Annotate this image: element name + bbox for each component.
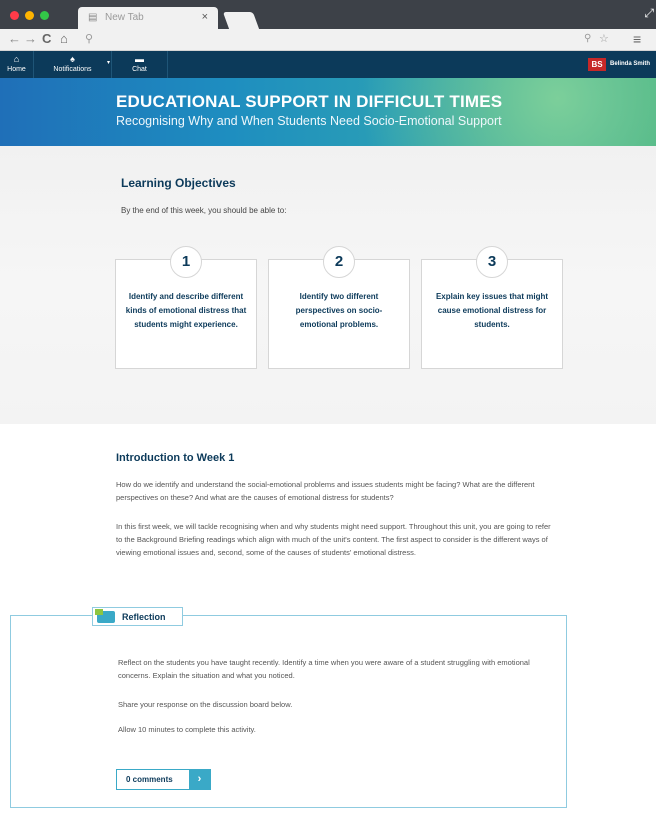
chevron-down-icon: ▾ — [107, 60, 111, 66]
browser-tab-bar: ▤ New Tab × ⤢ — [0, 0, 656, 29]
tab-close-icon[interactable]: × — [202, 11, 208, 23]
nav-notifications-label: Notifications — [53, 66, 92, 73]
reflection-box: Reflection Reflect on the students you h… — [10, 607, 567, 808]
course-title: EDUCATIONAL SUPPORT IN DIFFICULT TIMES — [116, 92, 503, 111]
objective-number: 3 — [476, 246, 508, 278]
objective-card: 3 Explain key issues that might cause em… — [421, 246, 563, 369]
objective-number: 2 — [323, 246, 355, 278]
nav-home[interactable]: ⌂ Home — [0, 51, 34, 78]
maximize-window-button[interactable] — [40, 11, 49, 20]
home-icon: ⌂ — [13, 54, 20, 64]
reflection-badge: Reflection — [92, 607, 183, 626]
reflection-label: Reflection — [122, 612, 166, 622]
course-subtitle: Recognising Why and When Students Need S… — [116, 114, 502, 128]
bell-icon: ♠ — [70, 54, 75, 64]
bookmark-star-icon[interactable]: ☆ — [599, 32, 609, 45]
forward-arrow-icon[interactable]: → — [24, 32, 37, 46]
nav-chat[interactable]: ▬ Chat — [112, 51, 168, 78]
learning-objectives-section: Learning Objectives By the end of this w… — [0, 146, 656, 424]
objective-number: 1 — [170, 246, 202, 278]
reload-icon[interactable]: C — [42, 32, 51, 46]
objective-card: 2 Identify two different perspectives on… — [268, 246, 410, 369]
course-page: EDUCATIONAL SUPPORT IN DIFFICULT TIMES R… — [0, 78, 656, 813]
username[interactable]: Belinda Smith — [610, 61, 650, 67]
minimize-window-button[interactable] — [25, 11, 34, 20]
app-navigation-bar: ⌂ Home ♠ Notifications ▾ ▬ Chat BS Belin… — [0, 51, 656, 78]
chevron-right-icon: › — [189, 770, 210, 789]
browser-menu-icon[interactable]: ≡ — [633, 31, 641, 47]
comments-label: 0 comments — [126, 775, 173, 784]
fullscreen-icon[interactable]: ⤢ — [644, 6, 654, 21]
address-bar: ← → C ⌂ ⚲ ⚲ ☆ ≡ — [0, 29, 656, 51]
objective-text: Identify two different perspectives on s… — [295, 292, 383, 329]
reflection-paragraph: Reflect on the students you have taught … — [118, 658, 530, 680]
introduction-heading: Introduction to Week 1 — [116, 452, 235, 464]
objective-text: Identify and describe different kinds of… — [125, 292, 247, 329]
introduction-paragraph: How do we identify and understand the so… — [116, 480, 535, 502]
reflection-paragraph: Share your response on the discussion bo… — [118, 700, 293, 709]
objectives-heading: Learning Objectives — [121, 176, 236, 190]
objective-text: Explain key issues that might cause emot… — [435, 292, 549, 329]
page-icon: ▤ — [88, 12, 98, 23]
new-tab-button[interactable] — [222, 12, 260, 29]
back-arrow-icon[interactable]: ← — [8, 32, 21, 46]
objectives-intro: By the end of this week, you should be a… — [121, 206, 287, 215]
nav-home-label: Home — [7, 66, 26, 73]
course-banner: EDUCATIONAL SUPPORT IN DIFFICULT TIMES R… — [0, 78, 656, 146]
browser-tab[interactable]: ▤ New Tab × — [78, 7, 218, 29]
home-icon[interactable]: ⌂ — [60, 32, 68, 46]
introduction-paragraph: In this first week, we will tackle recog… — [116, 522, 551, 557]
reflection-icon — [95, 609, 115, 623]
objective-card: 1 Identify and describe different kinds … — [115, 246, 257, 369]
tab-title: New Tab — [105, 12, 144, 23]
nav-notifications[interactable]: ♠ Notifications ▾ — [34, 51, 112, 78]
comments-button[interactable]: 0 comments › — [116, 769, 211, 790]
search-icon[interactable]: ⚲ — [85, 32, 93, 45]
chat-bubble-icon: ▬ — [135, 54, 144, 64]
introduction-section: Introduction to Week 1 How do we identif… — [0, 424, 656, 813]
nav-chat-label: Chat — [132, 66, 147, 73]
avatar[interactable]: BS — [588, 58, 606, 71]
reflection-paragraph: Allow 10 minutes to complete this activi… — [118, 725, 256, 734]
close-window-button[interactable] — [10, 11, 19, 20]
zoom-icon[interactable]: ⚲ — [584, 33, 591, 44]
